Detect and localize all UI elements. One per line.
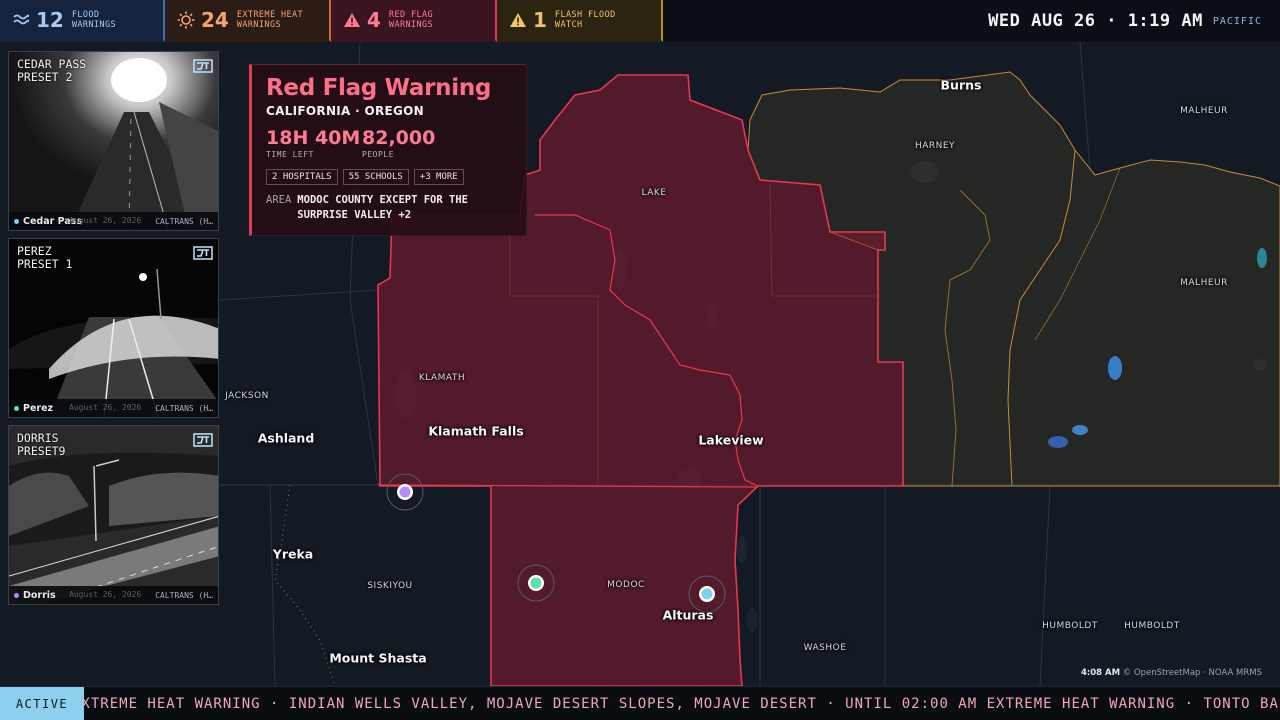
county-label-siskiyou: SISKIYOU [367, 581, 413, 591]
camera-source: CALTRANS (H… [155, 590, 213, 600]
red-flag-label-line-2: WARNINGS [388, 20, 434, 30]
red-flag-warning-card[interactable]: Red Flag Warning CALIFORNIA · OREGON 18H… [249, 64, 527, 236]
camera-feed-cedar-pass[interactable]: CEDAR PASS PRESET 2 August 26, 2026 Ceda… [8, 51, 219, 231]
camera-timestamp: August 26, 2026 [69, 590, 142, 599]
city-label-alturas: Alturas [662, 607, 714, 623]
warning-region: CALIFORNIA · OREGON [266, 104, 424, 118]
ticker-text: EXTREME HEAT WARNING · INDIAN WELLS VALL… [84, 696, 1280, 712]
city-label-burns: Burns [940, 77, 982, 93]
camera-title: DORRIS PRESET9 [17, 431, 66, 458]
chip-more[interactable]: +3 MORE [413, 169, 464, 185]
camera-status-dot [14, 218, 19, 224]
people-value: 82,000 [362, 127, 436, 149]
area-value: MODOC COUNTY EXCEPT FOR THE SURPRISE VAL… [297, 194, 468, 221]
city-label-lakeview: Lakeview [698, 432, 764, 448]
ticker-scroll: EXTREME HEAT WARNING · INDIAN WELLS VALL… [84, 687, 1280, 720]
county-label-klamath: KLAMATH [418, 373, 466, 383]
camera-timestamp: August 26, 2026 [69, 403, 142, 412]
county-label-modoc: MODOC [607, 580, 645, 590]
flood-warning-count: 12 [36, 8, 64, 32]
area-label: AREA [266, 194, 292, 206]
camera-timestamp: August 26, 2026 [69, 216, 142, 225]
heat-label-line-1: EXTREME HEAT [236, 10, 304, 20]
sun-icon [177, 11, 195, 29]
people-stat: 82,000 PEOPLE [362, 127, 458, 159]
camera-source: CALTRANS (H… [155, 403, 213, 413]
alert-summary-bar: 12 FLOOD WARNINGS 24 EXTREME HEAT WARNIN… [0, 0, 1280, 42]
caltrans-logo-icon [193, 433, 213, 447]
flash-flood-label-line-1: FLASH FLOOD [554, 10, 616, 20]
red-flag-warning-count: 4 [367, 8, 381, 32]
flood-label-line-1: FLOOD [71, 10, 100, 20]
camera-title: PEREZ PRESET 1 [17, 244, 73, 271]
county-label-washoe: WASHOE [803, 643, 847, 653]
flood-warning-label: FLOOD WARNINGS [72, 10, 116, 30]
county-label-humboldt: HUMBOLDT [1042, 621, 1098, 631]
red-flag-warning-label: RED FLAG WARNINGS [389, 10, 433, 30]
people-label: PEOPLE [362, 150, 394, 159]
warning-title: Red Flag Warning [266, 75, 492, 101]
time-left-value: 18H 40M [266, 127, 361, 149]
caltrans-logo-icon [193, 59, 213, 73]
city-label-ashland: Ashland [257, 430, 315, 446]
chip-hospitals[interactable]: 2 HOSPITALS [266, 169, 338, 185]
camera-title: CEDAR PASS PRESET 2 [17, 57, 87, 84]
camera-footer: August 26, 2026 Dorris CALTRANS (H… [9, 586, 218, 604]
red-flag-label-line-1: RED FLAG [388, 10, 434, 20]
warning-area: AREA MODOC COUNTY EXCEPT FOR THE SURPRIS… [266, 193, 512, 223]
radar-time: 4:08 AM [1080, 668, 1121, 678]
camera-footer: August 26, 2026 Perez CALTRANS (H… [9, 399, 218, 417]
flash-flood-watch-label: FLASH FLOOD WATCH [555, 10, 616, 30]
tab-red-flag-warnings[interactable]: 4 RED FLAG WARNINGS [331, 0, 497, 42]
tab-extreme-heat-warnings[interactable]: 24 EXTREME HEAT WARNINGS [165, 0, 331, 42]
city-label-mount-shasta: Mount Shasta [329, 650, 427, 666]
alert-ticker: ACTIVE EXTREME HEAT WARNING · INDIAN WEL… [0, 686, 1280, 720]
tab-flood-warnings[interactable]: 12 FLOOD WARNINGS [0, 0, 165, 42]
flood-label-line-2: WARNINGS [71, 20, 116, 30]
timezone: PACIFIC [1212, 15, 1262, 27]
warning-triangle-icon [509, 11, 527, 29]
flash-flood-watch-count: 1 [533, 8, 547, 32]
impact-chips: 2 HOSPITALS 55 SCHOOLS +3 MORE [266, 169, 512, 185]
camera-feed-perez[interactable]: PEREZ PRESET 1 August 26, 2026 Perez CAL… [8, 238, 219, 418]
flash-flood-label-line-2: WATCH [554, 20, 583, 30]
county-label-malheur-2: MALHEUR [1180, 278, 1228, 288]
attribution-text[interactable]: © OpenStreetMap · NOAA MRMS [1123, 668, 1262, 678]
clock: WED AUG 26 · 1:19 AM PACIFIC [988, 0, 1262, 42]
warning-triangle-icon [343, 11, 361, 29]
time-left-stat: 18H 40M TIME LEFT [266, 127, 362, 159]
chip-schools[interactable]: 55 SCHOOLS [342, 169, 409, 185]
map-attribution: 4:08 AM © OpenStreetMap · NOAA MRMS [1081, 668, 1262, 678]
heat-warning-label: EXTREME HEAT WARNINGS [237, 10, 303, 30]
camera-name: Dorris [23, 589, 56, 601]
county-label-harney: HARNEY [914, 141, 956, 151]
warning-stats: 18H 40M TIME LEFT 82,000 PEOPLE [266, 127, 512, 159]
waves-icon [12, 11, 30, 29]
camera-status-dot [14, 405, 19, 411]
county-label-lake: LAKE [641, 188, 667, 198]
caltrans-logo-icon [193, 246, 213, 260]
heat-label-line-2: WARNINGS [236, 20, 281, 30]
camera-source: CALTRANS (H… [155, 216, 213, 226]
county-label-jackson: JACKSON [225, 391, 269, 401]
camera-feed-dorris[interactable]: DORRIS PRESET9 August 26, 2026 Dorris CA… [8, 425, 219, 605]
city-label-yreka: Yreka [272, 546, 314, 562]
heat-warning-count: 24 [201, 8, 229, 32]
camera-name: Perez [23, 402, 54, 414]
county-label-malheur: MALHEUR [1180, 106, 1228, 116]
camera-footer: August 26, 2026 Cedar Pass CALTRANS (H… [9, 212, 218, 230]
time-left-label: TIME LEFT [266, 150, 314, 159]
camera-status-dot [14, 592, 19, 598]
tab-flash-flood-watch[interactable]: 1 FLASH FLOOD WATCH [497, 0, 663, 42]
date-time: WED AUG 26 · 1:19 AM [988, 11, 1203, 31]
county-label-humboldt-2: HUMBOLDT [1124, 621, 1180, 631]
ticker-status-button[interactable]: ACTIVE [0, 687, 84, 720]
city-label-klamath-falls: Klamath Falls [428, 423, 524, 439]
